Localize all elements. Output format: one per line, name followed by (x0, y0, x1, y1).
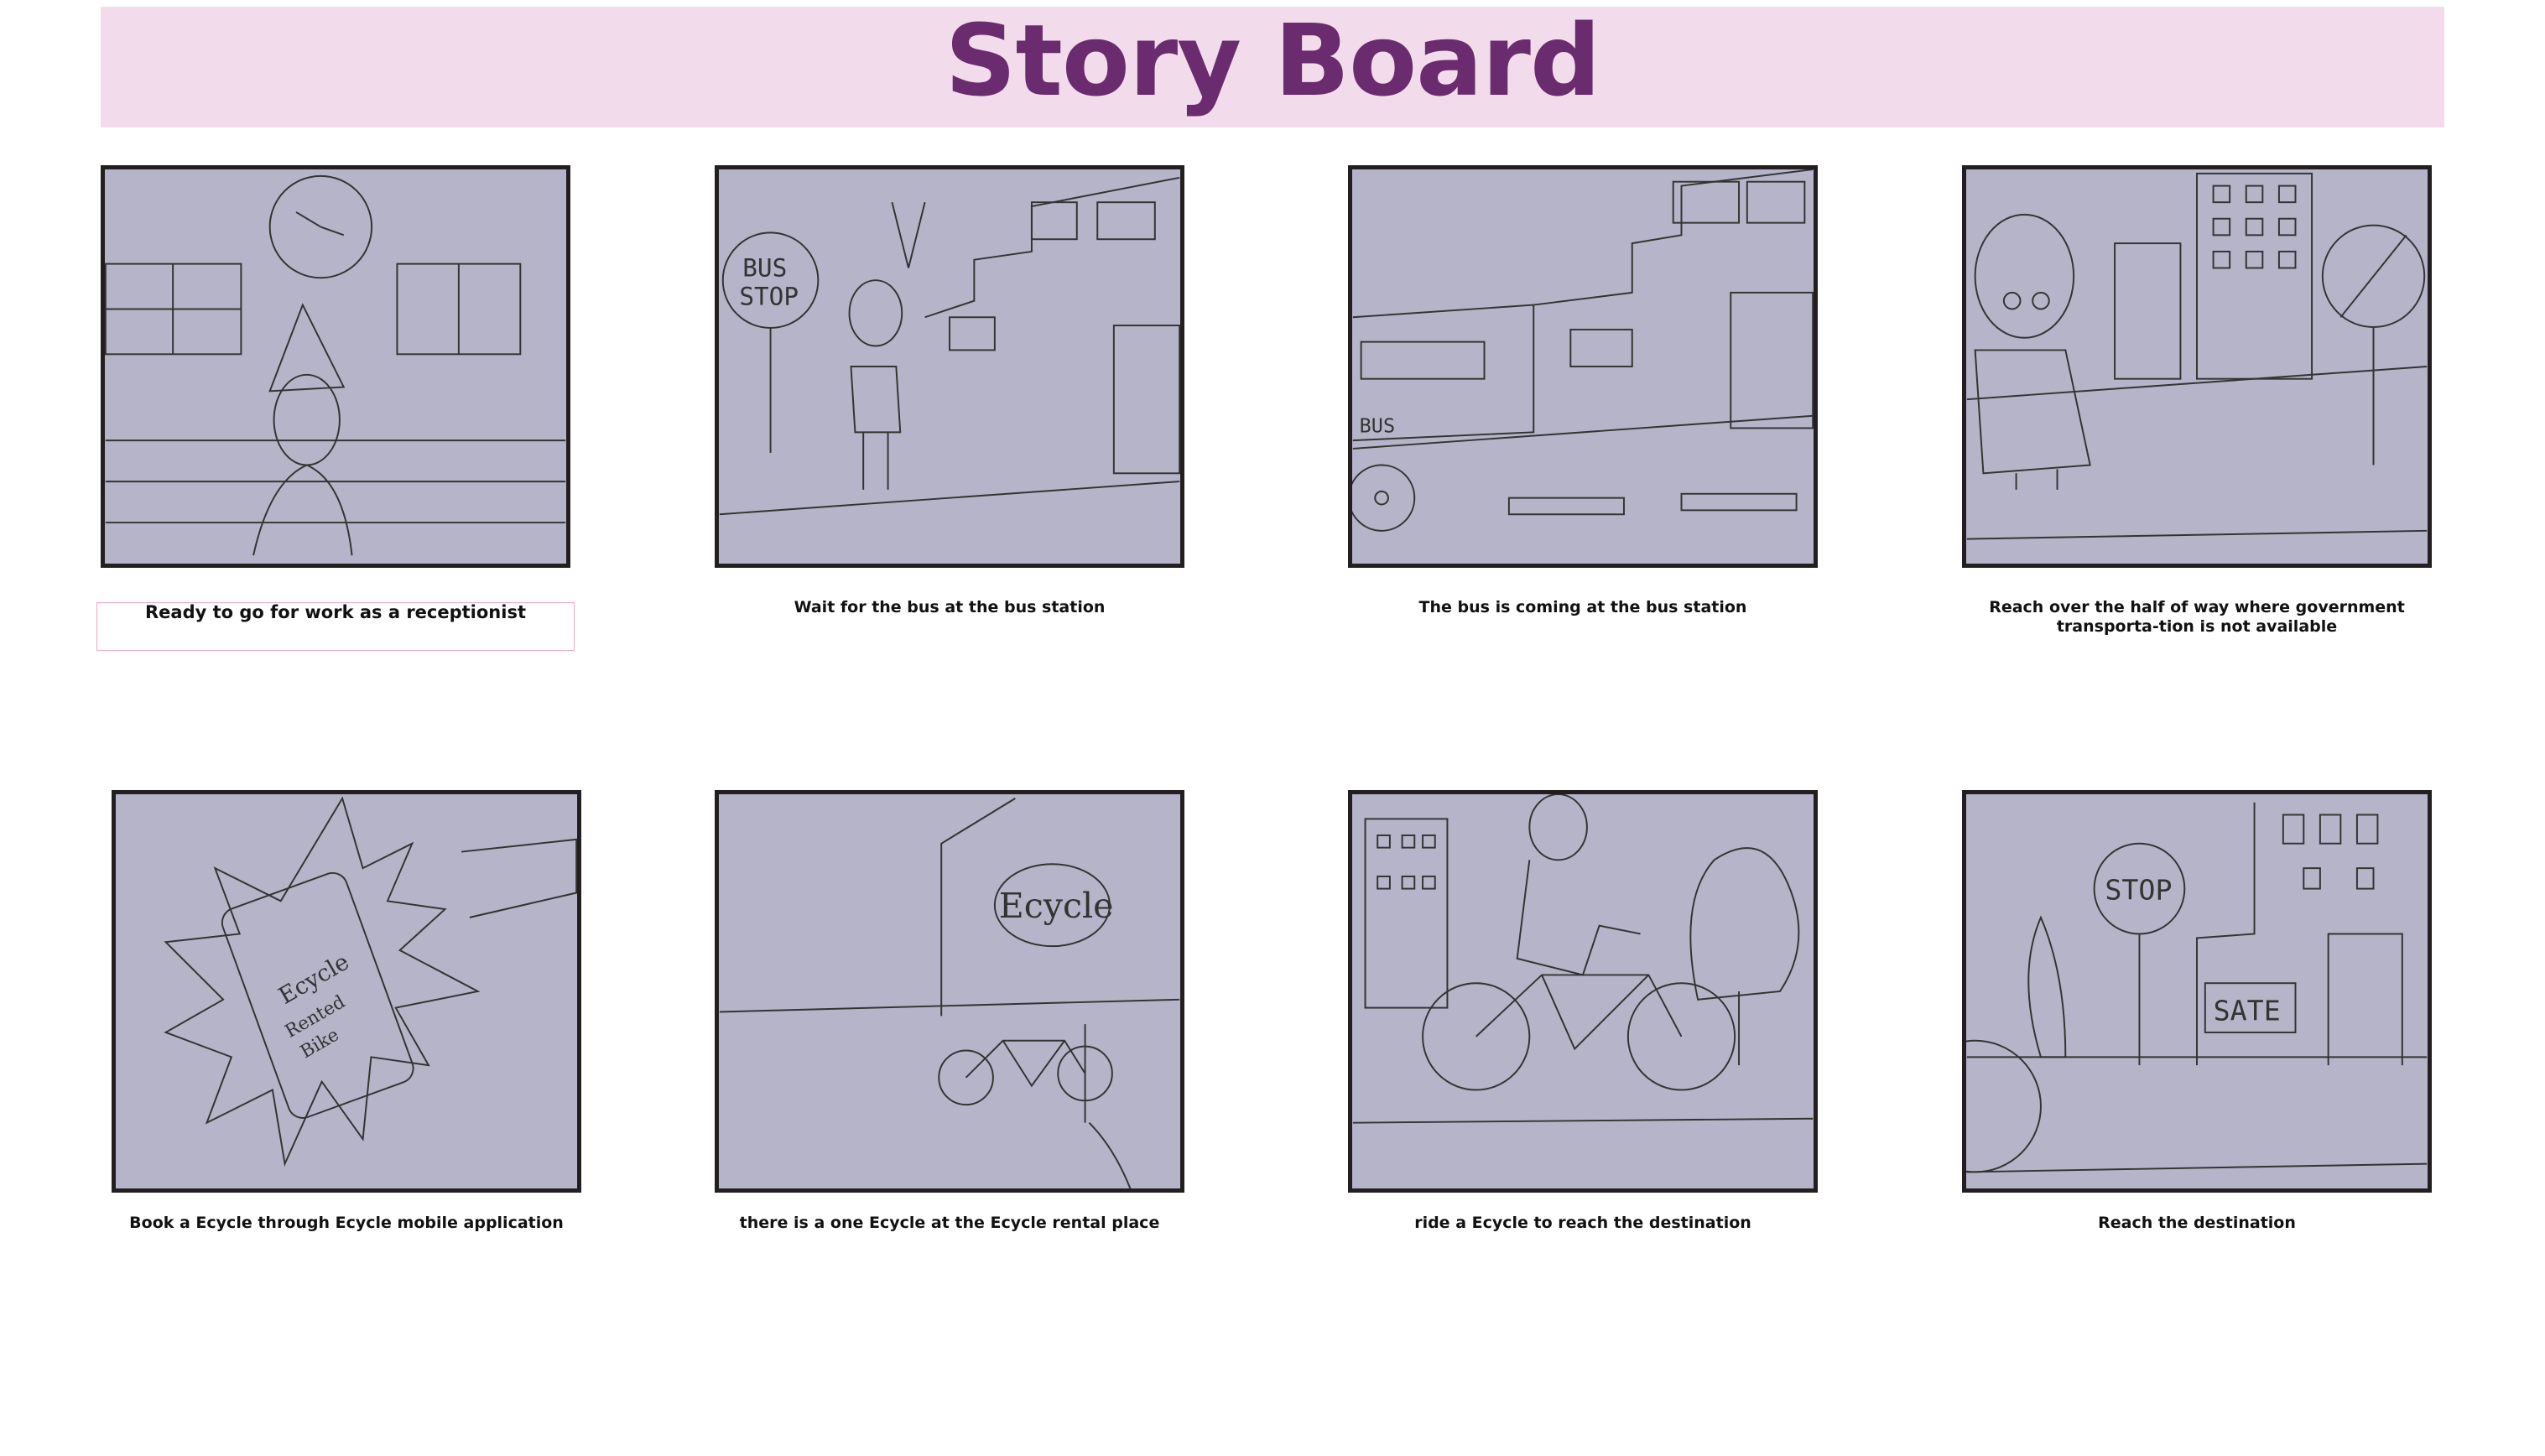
panel-5-caption: Book a Ecycle through Ecycle mobile appl… (129, 1214, 564, 1232)
panel-7-sketch (1348, 790, 1818, 1193)
panel-3-sketch: BUS (1348, 165, 1818, 568)
page-title: Story Board (945, 3, 1601, 118)
panel-6-caption: there is a one Ecycle at the Ecycle rent… (739, 1214, 1160, 1232)
panel-1-caption: Ready to go for work as a receptionist (96, 602, 575, 651)
destination-store-sign: SATE (2214, 994, 2281, 1027)
phone-app-sketch-icon: Ecycle Rented Bike (164, 796, 577, 1167)
panel-4-caption: Reach over the half of way where governm… (1989, 598, 2405, 636)
panel-7-caption: ride a Ecycle to reach the destination (1414, 1214, 1751, 1232)
panel-4-sketch (1962, 165, 2432, 568)
panel-2-caption: Wait for the bus at the bus station (794, 598, 1106, 616)
panel-6-sketch: Ecycle (715, 790, 1184, 1193)
panel-8-caption: Reach the destination (2098, 1214, 2296, 1232)
cyclist-sketch-icon (1352, 794, 1814, 1124)
rental-sign-label: Ecycle (999, 886, 1114, 926)
woman-clock-sketch-icon (105, 174, 566, 556)
panel-2-sketch: BUS STOP (715, 165, 1184, 568)
panel-3-caption: The bus is coming at the bus station (1418, 598, 1747, 616)
panel-8-sketch: STOP SATE (1962, 790, 2432, 1193)
bus-stop-sign-line2: STOP (739, 283, 799, 311)
panel-1-sketch (101, 165, 570, 568)
destination-stop-sign: STOP (2105, 873, 2172, 906)
bus-side-label: BUS (1360, 413, 1395, 437)
bus-stop-sketch-icon: BUS STOP (719, 176, 1180, 516)
panel-5-sketch: Ecycle Rented Bike (112, 790, 581, 1193)
destination-sketch-icon: STOP SATE (1966, 802, 2428, 1173)
bus-stop-sign-line1: BUS (742, 253, 787, 282)
rental-place-sketch-icon: Ecycle (719, 798, 1180, 1188)
no-bus-sign-sketch-icon (1966, 172, 2428, 540)
bus-arriving-sketch-icon: BUS (1352, 169, 1814, 532)
